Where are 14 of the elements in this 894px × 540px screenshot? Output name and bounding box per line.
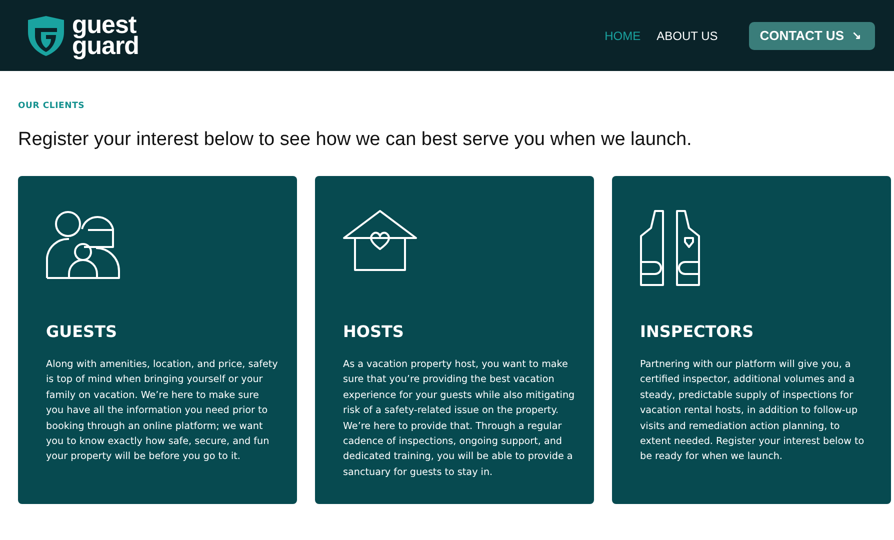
shield-logo-icon <box>26 16 66 56</box>
card-body: Partnering with our platform will give you, a certified inspector, additional volumes and a steady, predictable supply of inspections for vacation rental hosts, in addition to follow-up visits and remediation action planning, to extent needed. Register your interest below to be ready for when we launch. <box>640 358 866 464</box>
section-eyebrow: OUR CLIENTS <box>18 101 86 111</box>
card-title: GUESTS <box>46 322 118 341</box>
house-icon <box>343 210 417 272</box>
card-title: HOSTS <box>343 322 405 341</box>
card-body: As a vacation property host, you want to make sure that you’re providing the best vacation experience for your guests while also mitigating risk of a safety-related issue on the property. We’re here to provide that. Through a regular cadence of inspections, ongoing support, and dedicated training, you will be able to provide a sanctuary for guests to stay in. <box>343 358 576 480</box>
family-icon <box>46 210 121 280</box>
card-body: Along with amenities, location, and price, safety is top of mind when bringing yourself or your family on vacation. We’re here to make sure you have all the information you need prior to booking through an online platform; we want you to know exactly how safe, secure, and fun your property will be before you go to it. <box>46 358 279 464</box>
nav-link[interactable]: ABOUT US <box>656 28 718 42</box>
contact-button[interactable]: CONTACT US ↘ <box>748 22 875 50</box>
nav-link[interactable]: HOME <box>604 28 641 42</box>
card-title: INSPECTORS <box>640 322 755 341</box>
section-heading: Register your interest below to see how we can best serve you when we launch. <box>18 129 693 151</box>
